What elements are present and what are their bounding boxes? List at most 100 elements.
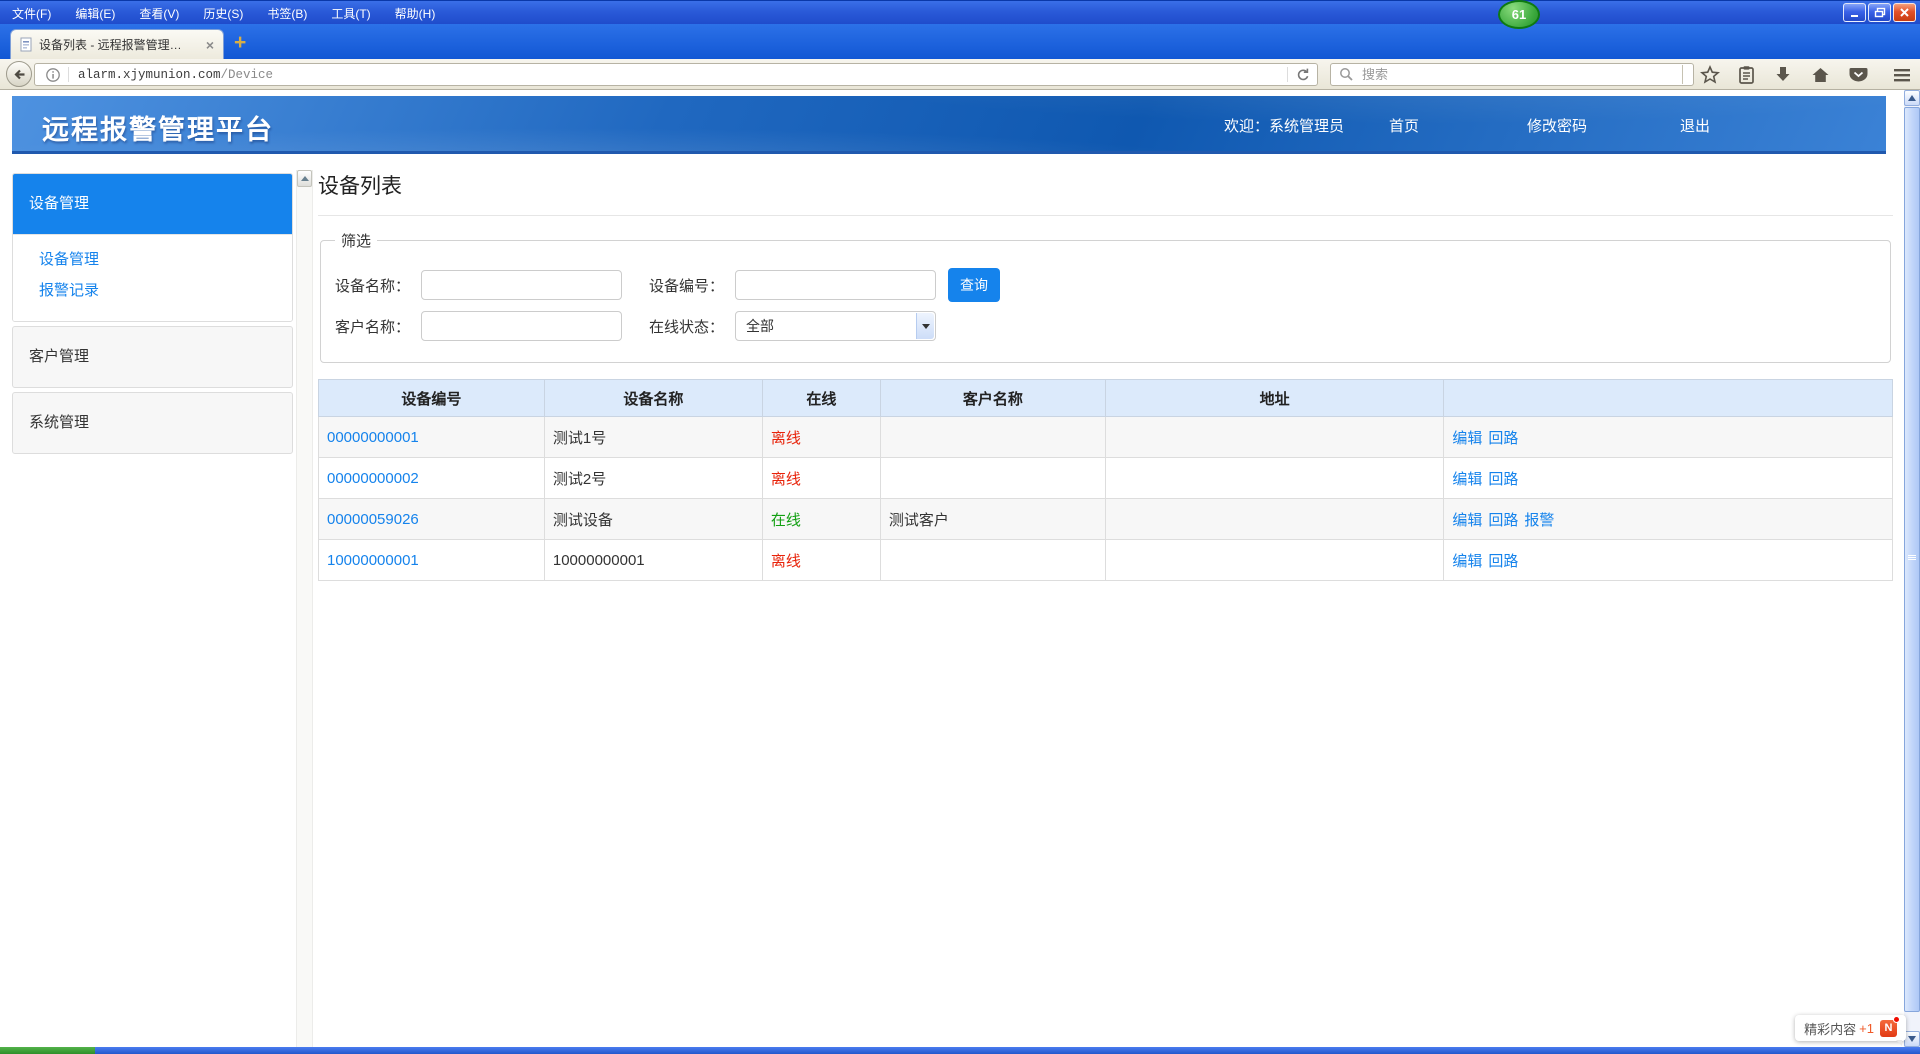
- menu-item[interactable]: 查看(V): [139, 5, 179, 22]
- table-row: 00000000002测试2号离线编辑回路: [319, 458, 1893, 499]
- scrollbar-grip: [1908, 555, 1916, 561]
- sidebar-scrollbar[interactable]: [296, 170, 313, 1047]
- scroll-down-icon: [1908, 1036, 1916, 1042]
- nav-home-link[interactable]: 首页: [1389, 115, 1419, 136]
- filter-row-1: 设备名称： 设备编号： 查询: [335, 268, 1878, 302]
- column-header: 地址: [1105, 380, 1443, 417]
- device-table: 设备编号设备名称在线客户名称地址 00000000001测试1号离线编辑回路00…: [318, 379, 1893, 581]
- menu-icon[interactable]: [1892, 66, 1912, 84]
- menu-item[interactable]: 工具(T): [331, 5, 370, 22]
- pocket-icon[interactable]: [1848, 65, 1869, 85]
- action-link[interactable]: 回路: [1488, 430, 1518, 447]
- reload-icon[interactable]: [1295, 67, 1310, 82]
- device-no-cell: 00000000002: [319, 458, 545, 499]
- online-status-cell: 在线: [762, 499, 880, 540]
- customer-name-input[interactable]: [421, 311, 622, 341]
- filter-legend: 筛选: [335, 230, 377, 251]
- action-link[interactable]: 编辑: [1452, 512, 1482, 529]
- customer-name-cell: [880, 417, 1105, 458]
- select-dropdown-button[interactable]: [916, 313, 934, 339]
- sidebar-group-header[interactable]: 客户管理: [13, 327, 292, 387]
- window-scrollbar[interactable]: [1904, 90, 1920, 1047]
- menu-item[interactable]: 书签(B): [267, 5, 307, 22]
- filter-row-2: 客户名称： 在线状态： 全部: [335, 311, 1878, 341]
- actions-cell: 编辑回路: [1444, 417, 1893, 458]
- restore-button[interactable]: [1868, 3, 1891, 22]
- device-no-input[interactable]: [735, 270, 936, 300]
- minimize-button[interactable]: [1843, 3, 1866, 22]
- online-status-value: 离线: [771, 553, 801, 570]
- back-icon: [12, 67, 27, 82]
- sidebar-group-header[interactable]: 设备管理: [13, 174, 292, 234]
- search-input[interactable]: [1360, 66, 1693, 83]
- action-link[interactable]: 编辑: [1452, 553, 1482, 570]
- scroll-down-button[interactable]: [1904, 1031, 1920, 1047]
- title-divider: [318, 215, 1893, 216]
- start-button[interactable]: [0, 1047, 95, 1054]
- url-bar[interactable]: alarm.xjymunion.com /Device: [34, 63, 1318, 86]
- toast-text: 精彩内容: [1804, 1019, 1856, 1038]
- customer-name-cell: [880, 540, 1105, 581]
- news-app-icon[interactable]: N: [1880, 1020, 1897, 1037]
- device-name-input[interactable]: [421, 270, 622, 300]
- toast-plus-count: +1: [1859, 1021, 1874, 1036]
- window-titlebar: 文件(F) 编辑(E) 查看(V) 历史(S) 书签(B) 工具(T) 帮助(H): [0, 0, 1920, 24]
- navigation-toolbar: alarm.xjymunion.com /Device: [0, 59, 1920, 90]
- search-icon: [1339, 67, 1354, 82]
- address-cell: [1105, 417, 1443, 458]
- url-path: /Device: [221, 68, 274, 82]
- scrollbar-thumb[interactable]: [1904, 107, 1920, 1012]
- site-header: 远程报警管理平台 欢迎：系统管理员 首页 修改密码 退出: [12, 96, 1886, 154]
- device-no-cell: 10000000001: [319, 540, 545, 581]
- sidebar-link[interactable]: 报警记录: [39, 278, 292, 303]
- sidebar-link[interactable]: 设备管理: [39, 247, 292, 272]
- notification-badge[interactable]: 61: [1498, 0, 1540, 29]
- sidebar-group-header[interactable]: 系统管理: [13, 393, 292, 453]
- browser-tab[interactable]: 设备列表 - 远程报警管理… ×: [10, 29, 224, 59]
- site-brand-title: 远程报警管理平台: [42, 108, 274, 147]
- query-button[interactable]: 查询: [948, 268, 1000, 302]
- action-link[interactable]: 回路: [1488, 553, 1518, 570]
- menu-item[interactable]: 历史(S): [203, 5, 243, 22]
- reload-separator: [1287, 67, 1288, 82]
- online-status-label: 在线状态：: [649, 316, 735, 337]
- device-no-link[interactable]: 00000059026: [327, 511, 419, 528]
- home-icon[interactable]: [1810, 65, 1831, 85]
- minimize-icon: [1849, 7, 1861, 18]
- customer-name-label: 客户名称：: [335, 316, 421, 337]
- url-domain: alarm.xjymunion.com: [78, 68, 221, 82]
- device-no-link[interactable]: 10000000001: [327, 552, 419, 569]
- close-button[interactable]: [1893, 3, 1916, 22]
- tab-title: 设备列表 - 远程报警管理…: [39, 36, 206, 53]
- action-link[interactable]: 编辑: [1452, 430, 1482, 447]
- column-header: 设备名称: [544, 380, 762, 417]
- scroll-up-button[interactable]: [1904, 90, 1920, 106]
- device-no-link[interactable]: 00000000001: [327, 429, 419, 446]
- action-link[interactable]: 回路: [1488, 512, 1518, 529]
- nav-logout-link[interactable]: 退出: [1680, 115, 1710, 136]
- customer-name-cell: [880, 458, 1105, 499]
- tab-close-button[interactable]: ×: [206, 38, 214, 52]
- menu-item[interactable]: 文件(F): [12, 5, 51, 22]
- back-button[interactable]: [6, 61, 32, 87]
- taskbar[interactable]: [0, 1047, 1920, 1054]
- downloads-icon[interactable]: [1773, 65, 1793, 85]
- action-link[interactable]: 报警: [1524, 512, 1554, 529]
- online-status-cell: 离线: [762, 458, 880, 499]
- action-link[interactable]: 回路: [1488, 471, 1518, 488]
- search-bar[interactable]: [1330, 63, 1694, 86]
- online-status-select[interactable]: 全部: [735, 311, 936, 341]
- welcome-text: 欢迎：系统管理员: [1224, 115, 1344, 136]
- bookmark-star-icon[interactable]: [1700, 65, 1720, 85]
- sidebar-scroll-up-button[interactable]: [297, 170, 312, 187]
- new-tab-button[interactable]: +: [234, 33, 246, 53]
- nav-change-password-link[interactable]: 修改密码: [1527, 115, 1587, 136]
- device-name-label: 设备名称：: [335, 275, 421, 296]
- bookmarks-panel-icon[interactable]: [1737, 65, 1756, 85]
- menu-item[interactable]: 编辑(E): [75, 5, 115, 22]
- action-link[interactable]: 编辑: [1452, 471, 1482, 488]
- menu-item[interactable]: 帮助(H): [395, 5, 436, 22]
- content-toast[interactable]: 精彩内容 +1 N: [1795, 1015, 1906, 1041]
- device-no-link[interactable]: 00000000002: [327, 470, 419, 487]
- page-favicon: [20, 37, 33, 52]
